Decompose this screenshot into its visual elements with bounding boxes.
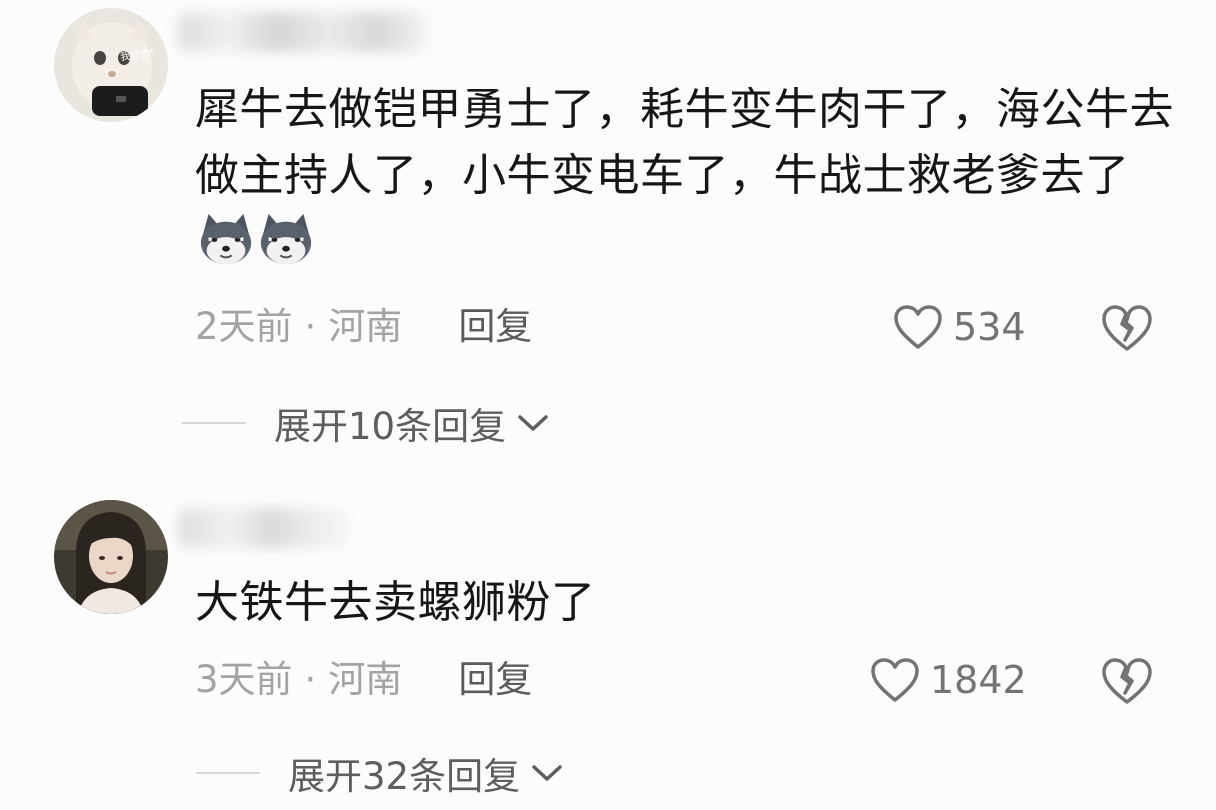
- broken-heart-icon[interactable]: [1100, 304, 1154, 352]
- expand-replies-button[interactable]: 展开32条回复: [196, 748, 564, 798]
- comment-location: 河南: [328, 658, 403, 701]
- broken-heart-icon[interactable]: [1100, 657, 1154, 705]
- like-button[interactable]: 534: [893, 302, 1026, 352]
- comment-body: 犀牛去做铠甲勇士了，耗牛变牛肉干了，海公牛去做主持人了，小牛变电车了，牛战士救老…: [195, 84, 1174, 201]
- like-count: 1842: [930, 658, 1027, 702]
- like-button[interactable]: 1842: [870, 655, 1027, 705]
- expand-replies-button[interactable]: 展开10条回复: [182, 398, 550, 448]
- username[interactable]: [178, 508, 348, 548]
- comment-body: 大铁牛去卖螺狮粉了: [195, 577, 596, 628]
- user-avatar[interactable]: 我好你!: [54, 8, 168, 122]
- separator-dot: ·: [304, 658, 317, 701]
- separator-dot: ·: [304, 305, 317, 348]
- divider-line: [196, 772, 260, 774]
- user-avatar[interactable]: [54, 500, 168, 614]
- comment-location: 河南: [328, 305, 403, 348]
- comment-meta: 2天前 · 河南 回复: [195, 302, 532, 352]
- reply-button[interactable]: 回复: [458, 302, 532, 352]
- girl-avatar-icon: [54, 500, 168, 614]
- comment-text: 大铁牛去卖螺狮粉了: [195, 570, 1185, 636]
- comment-text: 犀牛去做铠甲勇士了，耗牛变牛肉干了，海公牛去做主持人了，小牛变电车了，牛战士救老…: [195, 77, 1185, 275]
- reply-button[interactable]: 回复: [458, 655, 532, 705]
- husky-emoji-icon: [200, 213, 252, 265]
- username[interactable]: [178, 12, 428, 52]
- divider-line: [182, 422, 246, 424]
- heart-icon: [894, 305, 942, 349]
- expand-replies-label: 展开32条回复: [288, 755, 521, 798]
- comment-meta: 3天前 · 河南 回复: [195, 655, 532, 705]
- chevron-down-icon: [532, 765, 562, 781]
- husky-emoji-icon: [260, 213, 312, 265]
- comment-time: 2天前: [195, 305, 293, 348]
- comment-time: 3天前: [195, 658, 293, 701]
- chevron-down-icon: [518, 415, 548, 431]
- like-count: 534: [953, 305, 1026, 349]
- cat-avatar-icon: [54, 8, 168, 122]
- heart-icon: [871, 658, 919, 702]
- expand-replies-label: 展开10条回复: [274, 405, 507, 448]
